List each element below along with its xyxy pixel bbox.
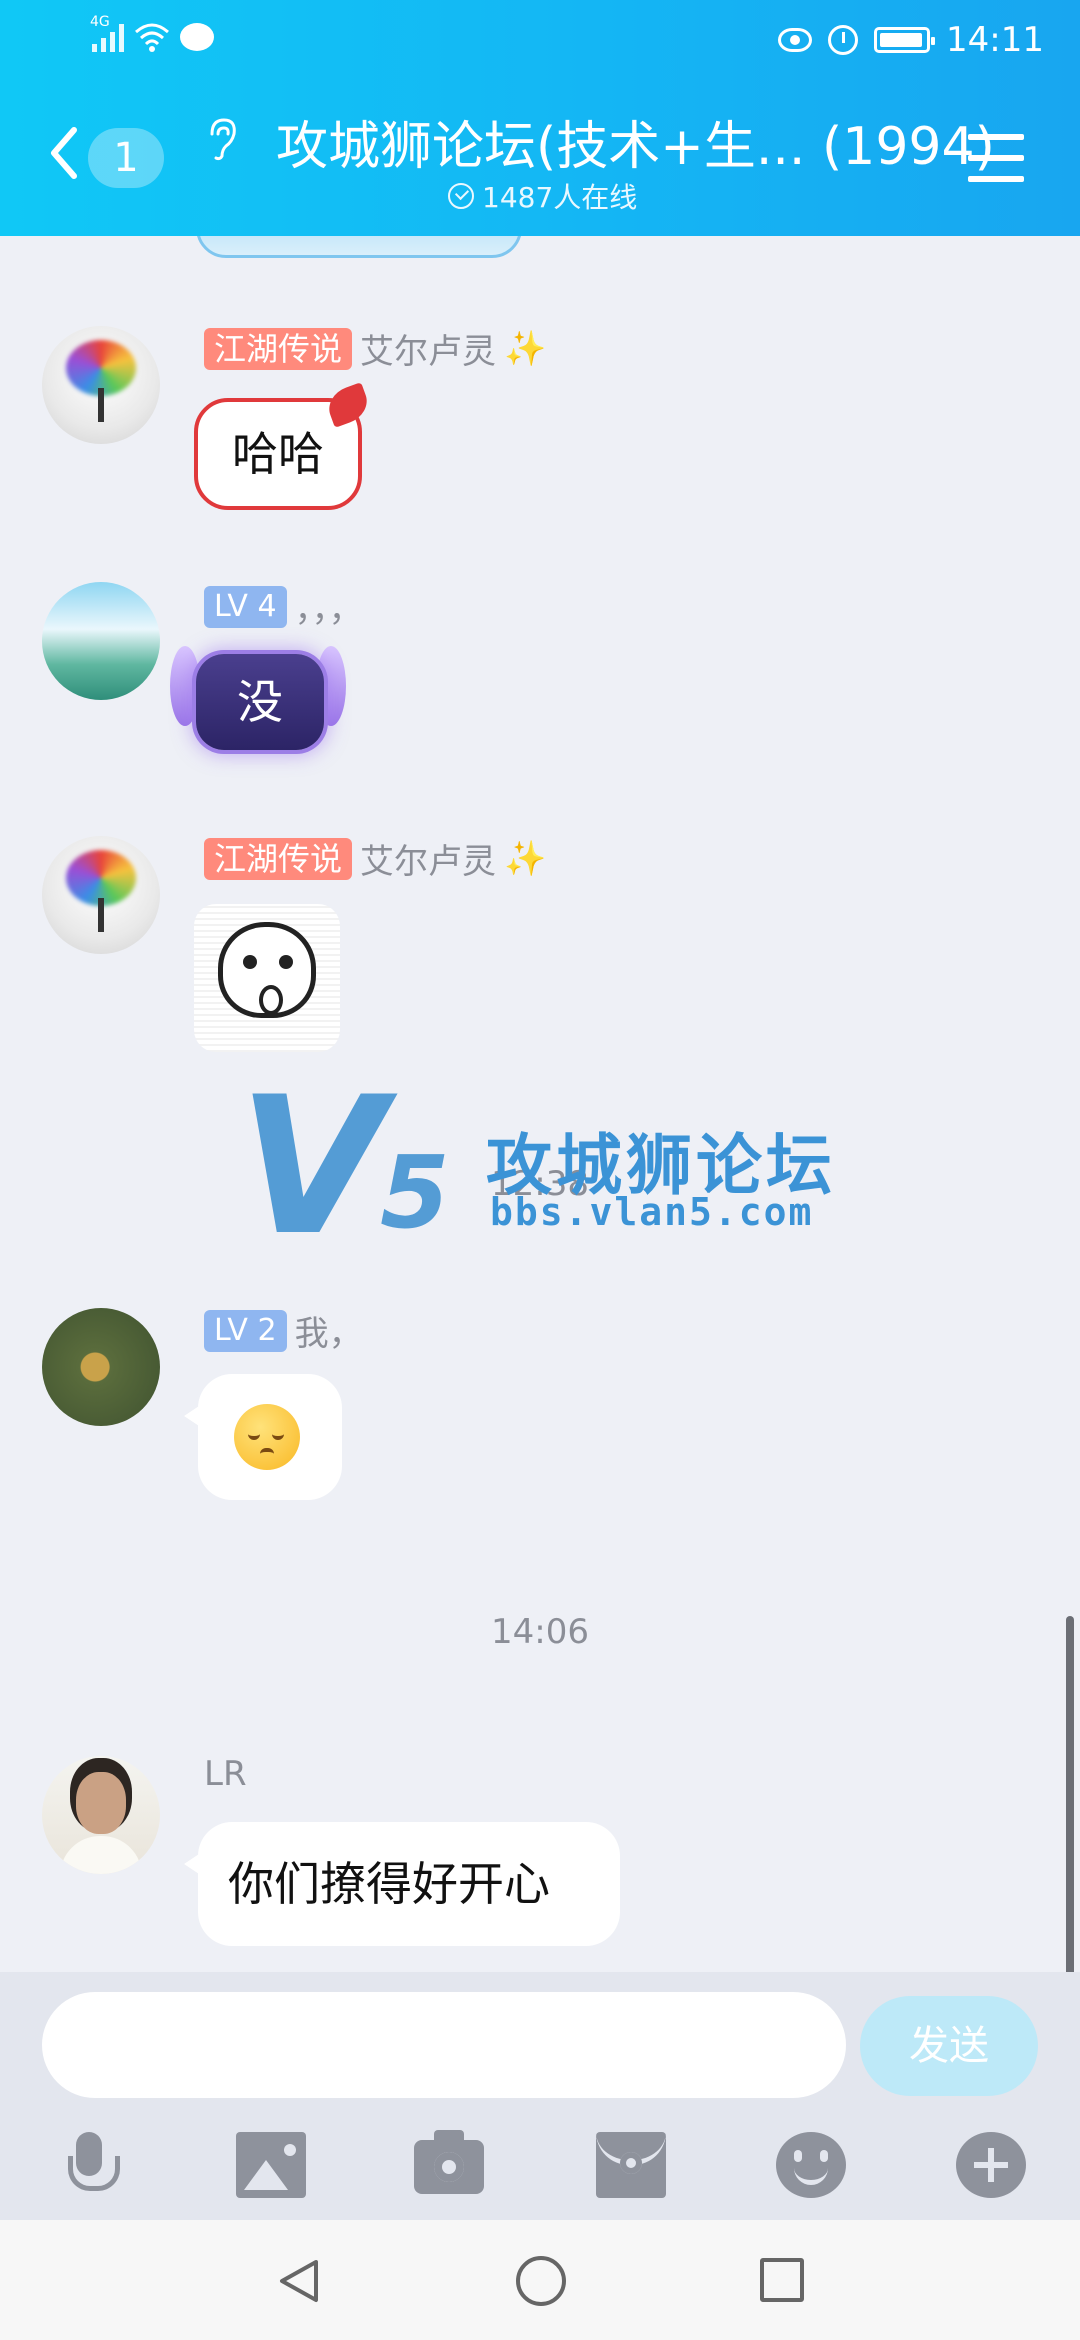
plus-icon[interactable] <box>956 2132 1026 2198</box>
sticker-image[interactable] <box>194 904 340 1052</box>
flame-decoration-icon <box>323 382 373 428</box>
nav-home-icon[interactable] <box>516 2256 566 2306</box>
sender-line: LV 2 我， <box>204 1306 363 1355</box>
group-title[interactable]: 攻城狮论坛(技术+生... (1994) <box>276 104 995 179</box>
status-time: 14:11 <box>946 20 1044 60</box>
sender-name: 艾尔卢灵 <box>360 842 497 882</box>
chat-header: 4G 14:11 1 攻城狮论坛(技术+生... (1994) 1487人在线 <box>0 0 1080 236</box>
eye-comfort-icon <box>778 28 813 52</box>
avatar[interactable] <box>42 1308 160 1426</box>
message-input[interactable] <box>42 1992 846 2098</box>
alarm-icon <box>828 25 859 55</box>
scrollbar[interactable] <box>1066 1616 1074 1972</box>
avatar[interactable] <box>42 326 160 444</box>
nav-recents-icon[interactable] <box>760 2258 804 2302</box>
avatar[interactable] <box>42 836 160 954</box>
nav-back-icon[interactable] <box>276 2258 322 2304</box>
online-count: 1487人在线 <box>482 181 638 214</box>
timestamp: 12:38 <box>491 1164 589 1204</box>
level-tag: LV 4 <box>204 585 287 628</box>
sparkle-icon: ✨ <box>504 838 547 879</box>
status-left: 4G <box>90 14 214 52</box>
unread-badge[interactable]: 1 <box>88 128 164 188</box>
message-bubble[interactable]: 哈哈 <box>194 382 373 510</box>
message-bubble[interactable]: 没 <box>196 654 324 750</box>
message-bubble[interactable] <box>184 1374 342 1500</box>
smile-emoji-icon <box>234 1404 300 1470</box>
sender-name: LR <box>204 1754 247 1794</box>
ear-icon[interactable] <box>204 116 240 162</box>
level-tag: LV 2 <box>204 1309 287 1352</box>
input-area: 发送 <box>0 1972 1080 2220</box>
sender-line: 江湖传说 艾尔卢灵 ✨ <box>204 834 546 883</box>
image-icon[interactable] <box>236 2132 306 2198</box>
red-packet-icon[interactable] <box>596 2132 666 2198</box>
sticker-face-icon <box>218 922 316 1018</box>
message-notification-icon <box>180 23 214 51</box>
sender-line: LR <box>204 1754 247 1794</box>
online-status: 1487人在线 <box>448 176 637 216</box>
sender-line: 江湖传说 艾尔卢灵 ✨ <box>204 324 546 373</box>
back-arrow-icon[interactable] <box>44 124 84 182</box>
title-tag: 江湖传说 <box>204 837 353 880</box>
system-nav-bar <box>0 2220 1080 2340</box>
input-toolbar <box>0 2122 1080 2212</box>
signal-icon: 4G <box>90 14 124 52</box>
avatar[interactable] <box>42 582 160 700</box>
status-bar: 4G 14:11 <box>0 0 1080 84</box>
message-bubble[interactable]: 你们撩得好开心 <box>184 1822 620 1946</box>
sender-line: LV 4 ，，， <box>204 582 363 631</box>
timestamp: 14:06 <box>491 1612 589 1652</box>
sender-name: 我， <box>294 1314 363 1354</box>
send-button[interactable]: 发送 <box>860 1996 1038 2096</box>
sparkle-icon: ✨ <box>504 328 547 369</box>
emoji-icon[interactable] <box>776 2132 846 2198</box>
message-text: 哈哈 <box>232 427 324 481</box>
avatar[interactable] <box>42 1756 160 1874</box>
online-check-icon <box>448 183 474 209</box>
sender-name: 艾尔卢灵 <box>360 332 497 372</box>
sender-name: ，，， <box>294 590 363 630</box>
microphone-icon[interactable] <box>54 2132 124 2198</box>
message-text: 没 <box>237 675 283 729</box>
network-type: 4G <box>90 14 110 30</box>
battery-icon <box>874 27 936 53</box>
message-text: 你们撩得好开心 <box>228 1857 550 1911</box>
previous-message-bubble[interactable] <box>196 236 522 258</box>
title-tag: 江湖传说 <box>204 327 353 370</box>
menu-icon[interactable] <box>968 134 1024 182</box>
chat-list[interactable]: 江湖传说 艾尔卢灵 ✨ 哈哈 LV 4 ，，， 没 江湖传说 艾尔卢灵 ✨ 12… <box>0 236 1080 1972</box>
camera-icon[interactable] <box>414 2130 484 2194</box>
wifi-icon <box>135 23 169 52</box>
status-right: 14:11 <box>778 20 1044 60</box>
